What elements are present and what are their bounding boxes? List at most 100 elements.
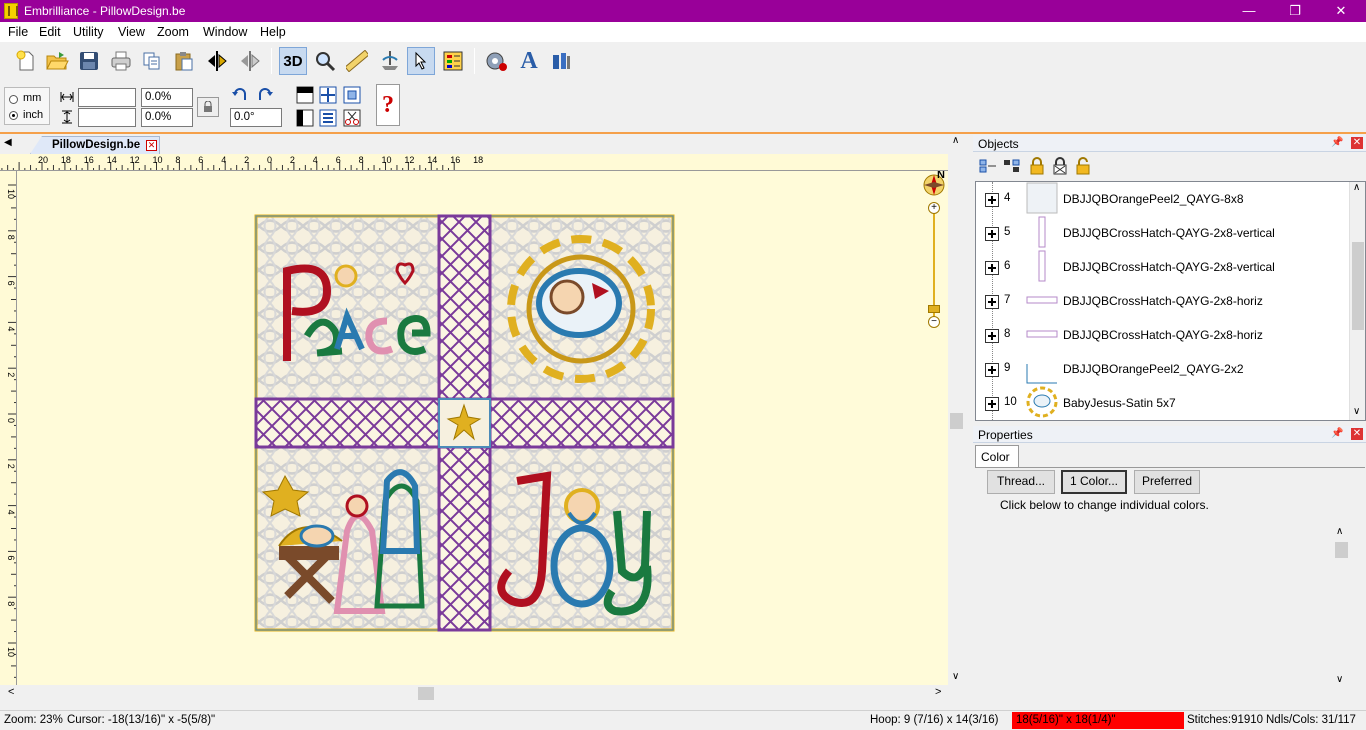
menu-edit[interactable]: Edit bbox=[39, 25, 61, 39]
preferred-button[interactable]: Preferred bbox=[1134, 470, 1200, 494]
expand-icon[interactable] bbox=[985, 193, 999, 207]
mirror-horizontal-icon[interactable] bbox=[203, 47, 231, 75]
compass-icon[interactable]: N bbox=[922, 171, 948, 199]
measure-ruler-icon[interactable] bbox=[343, 47, 371, 75]
object-row[interactable]: 10 BabyJesus-Satin 5x7 bbox=[976, 386, 1348, 420]
menu-help[interactable]: Help bbox=[260, 25, 286, 39]
restore-button[interactable]: ❐ bbox=[1272, 0, 1318, 22]
paste-icon[interactable] bbox=[170, 47, 198, 75]
object-row[interactable]: 6 DBJJQBCrossHatch-QAYG-2x8-vertical bbox=[976, 250, 1348, 284]
one-color-button[interactable]: 1 Color... bbox=[1061, 470, 1127, 494]
save-icon[interactable] bbox=[75, 47, 103, 75]
menu-window[interactable]: Window bbox=[203, 25, 247, 39]
scroll-down-icon[interactable]: ∨ bbox=[1353, 406, 1360, 417]
object-row[interactable]: 5 DBJJQBCrossHatch-QAYG-2x8-vertical bbox=[976, 216, 1348, 250]
group-icon[interactable] bbox=[979, 158, 997, 174]
tab-pillowdesign[interactable]: PillowDesign.be ✕ bbox=[30, 136, 160, 154]
sash-vertical-top[interactable] bbox=[437, 214, 492, 401]
object-list-icon[interactable] bbox=[318, 108, 338, 128]
inch-radio[interactable] bbox=[9, 111, 18, 120]
rotate-left-icon[interactable] bbox=[230, 85, 250, 105]
color-palette-icon[interactable] bbox=[439, 47, 467, 75]
align-top-icon[interactable] bbox=[295, 85, 315, 105]
thread-button[interactable]: Thread... bbox=[987, 470, 1055, 494]
sash-horizontal-left[interactable] bbox=[254, 397, 441, 449]
close-panel-icon[interactable]: ✕ bbox=[1351, 137, 1363, 149]
remove-lock-icon[interactable] bbox=[1052, 157, 1068, 175]
pin-icon[interactable]: 📌 bbox=[1331, 428, 1343, 440]
pin-icon[interactable]: 📌 bbox=[1331, 137, 1343, 149]
height-input[interactable] bbox=[78, 108, 136, 127]
ungroup-icon[interactable] bbox=[1003, 158, 1021, 174]
close-panel-icon[interactable]: ✕ bbox=[1351, 428, 1363, 440]
select-arrow-icon[interactable] bbox=[407, 47, 435, 75]
copy-icon[interactable] bbox=[138, 47, 166, 75]
expand-icon[interactable] bbox=[985, 261, 999, 275]
menu-utility[interactable]: Utility bbox=[73, 25, 104, 39]
scroll-left-icon[interactable]: < bbox=[8, 686, 14, 698]
thread-spools-icon[interactable] bbox=[547, 47, 575, 75]
expand-icon[interactable] bbox=[985, 295, 999, 309]
lock-aspect-icon[interactable] bbox=[197, 97, 219, 117]
zoom-slider[interactable]: + − bbox=[927, 202, 941, 328]
scroll-up-icon[interactable]: ∧ bbox=[1336, 526, 1343, 537]
object-row[interactable]: 9 DBJJQBOrangePeel2_QAYG-2x2 bbox=[976, 352, 1348, 386]
sash-vertical-bottom[interactable] bbox=[437, 445, 492, 632]
zoom-magnifier-icon[interactable] bbox=[311, 47, 339, 75]
scroll-down-icon[interactable]: ∨ bbox=[952, 671, 959, 682]
object-row[interactable]: 7 DBJJQBCrossHatch-QAYG-2x8-horiz bbox=[976, 284, 1348, 318]
sash-horizontal-right[interactable] bbox=[488, 397, 675, 449]
zoom-in-icon[interactable]: + bbox=[928, 202, 940, 214]
objects-list[interactable]: 4 DBJJQBOrangePeel2_QAYG-8x8 5 DBJJQBCro… bbox=[975, 181, 1366, 421]
objects-scrollbar[interactable]: ∧ ∨ bbox=[1349, 182, 1365, 420]
canvas-vertical-scrollbar[interactable]: ∧ ∨ bbox=[948, 135, 965, 685]
mm-radio[interactable] bbox=[9, 95, 18, 104]
design-canvas[interactable]: N + − bbox=[17, 171, 948, 685]
open-folder-icon[interactable] bbox=[43, 47, 71, 75]
rotate-right-icon[interactable] bbox=[255, 85, 275, 105]
expand-icon[interactable] bbox=[985, 363, 999, 377]
help-hint-icon[interactable]: ? bbox=[376, 84, 400, 126]
height-percent-input[interactable]: 0.0% bbox=[141, 108, 193, 127]
scroll-thumb[interactable] bbox=[1335, 542, 1348, 558]
expand-icon[interactable] bbox=[985, 397, 999, 411]
split-scissors-icon[interactable] bbox=[342, 108, 362, 128]
rotation-input[interactable]: 0.0° bbox=[230, 108, 282, 127]
object-row[interactable]: 4 DBJJQBOrangePeel2_QAYG-8x8 bbox=[976, 182, 1348, 216]
embroidery-settings-icon[interactable] bbox=[482, 47, 510, 75]
menu-view[interactable]: View bbox=[118, 25, 145, 39]
lock-icon[interactable] bbox=[1029, 157, 1045, 175]
width-input[interactable] bbox=[78, 88, 136, 107]
colors-scrollbar[interactable]: ∧ ∨ bbox=[1333, 526, 1350, 690]
align-left-icon[interactable] bbox=[295, 108, 315, 128]
width-percent-input[interactable]: 0.0% bbox=[141, 88, 193, 107]
new-file-icon[interactable] bbox=[12, 47, 40, 75]
minimize-button[interactable]: — bbox=[1226, 0, 1272, 22]
tab-color[interactable]: Color bbox=[975, 445, 1019, 468]
canvas-horizontal-scrollbar[interactable]: < > bbox=[0, 685, 948, 702]
expand-icon[interactable] bbox=[985, 329, 999, 343]
scroll-thumb[interactable] bbox=[418, 687, 434, 700]
object-row[interactable]: 8 DBJJQBCrossHatch-QAYG-2x8-horiz bbox=[976, 318, 1348, 352]
expand-icon[interactable] bbox=[985, 227, 999, 241]
center-design-icon[interactable] bbox=[318, 85, 338, 105]
text-tool-icon[interactable]: A bbox=[515, 47, 543, 75]
zoom-out-icon[interactable]: − bbox=[928, 316, 940, 328]
tab-scroll-left-icon[interactable]: ◀ bbox=[4, 137, 12, 148]
scroll-up-icon[interactable]: ∧ bbox=[1353, 182, 1360, 193]
zoom-slider-thumb[interactable] bbox=[928, 305, 940, 313]
close-button[interactable]: ✕ bbox=[1318, 0, 1364, 22]
scroll-up-icon[interactable]: ∧ bbox=[952, 135, 959, 146]
menu-file[interactable]: File bbox=[8, 25, 28, 39]
scroll-right-icon[interactable]: > bbox=[935, 686, 941, 698]
scroll-thumb[interactable] bbox=[950, 413, 963, 429]
mirror-vertical-icon[interactable] bbox=[236, 47, 264, 75]
center-in-hoop-icon[interactable] bbox=[342, 85, 362, 105]
scroll-down-icon[interactable]: ∨ bbox=[1336, 674, 1343, 685]
scroll-thumb[interactable] bbox=[1352, 242, 1364, 330]
unlock-icon[interactable] bbox=[1075, 157, 1091, 175]
menu-zoom[interactable]: Zoom bbox=[157, 25, 189, 39]
view-3d-button[interactable]: 3D bbox=[279, 47, 307, 75]
stitch-simulator-icon[interactable] bbox=[376, 47, 404, 75]
tab-close-icon[interactable]: ✕ bbox=[146, 140, 157, 151]
